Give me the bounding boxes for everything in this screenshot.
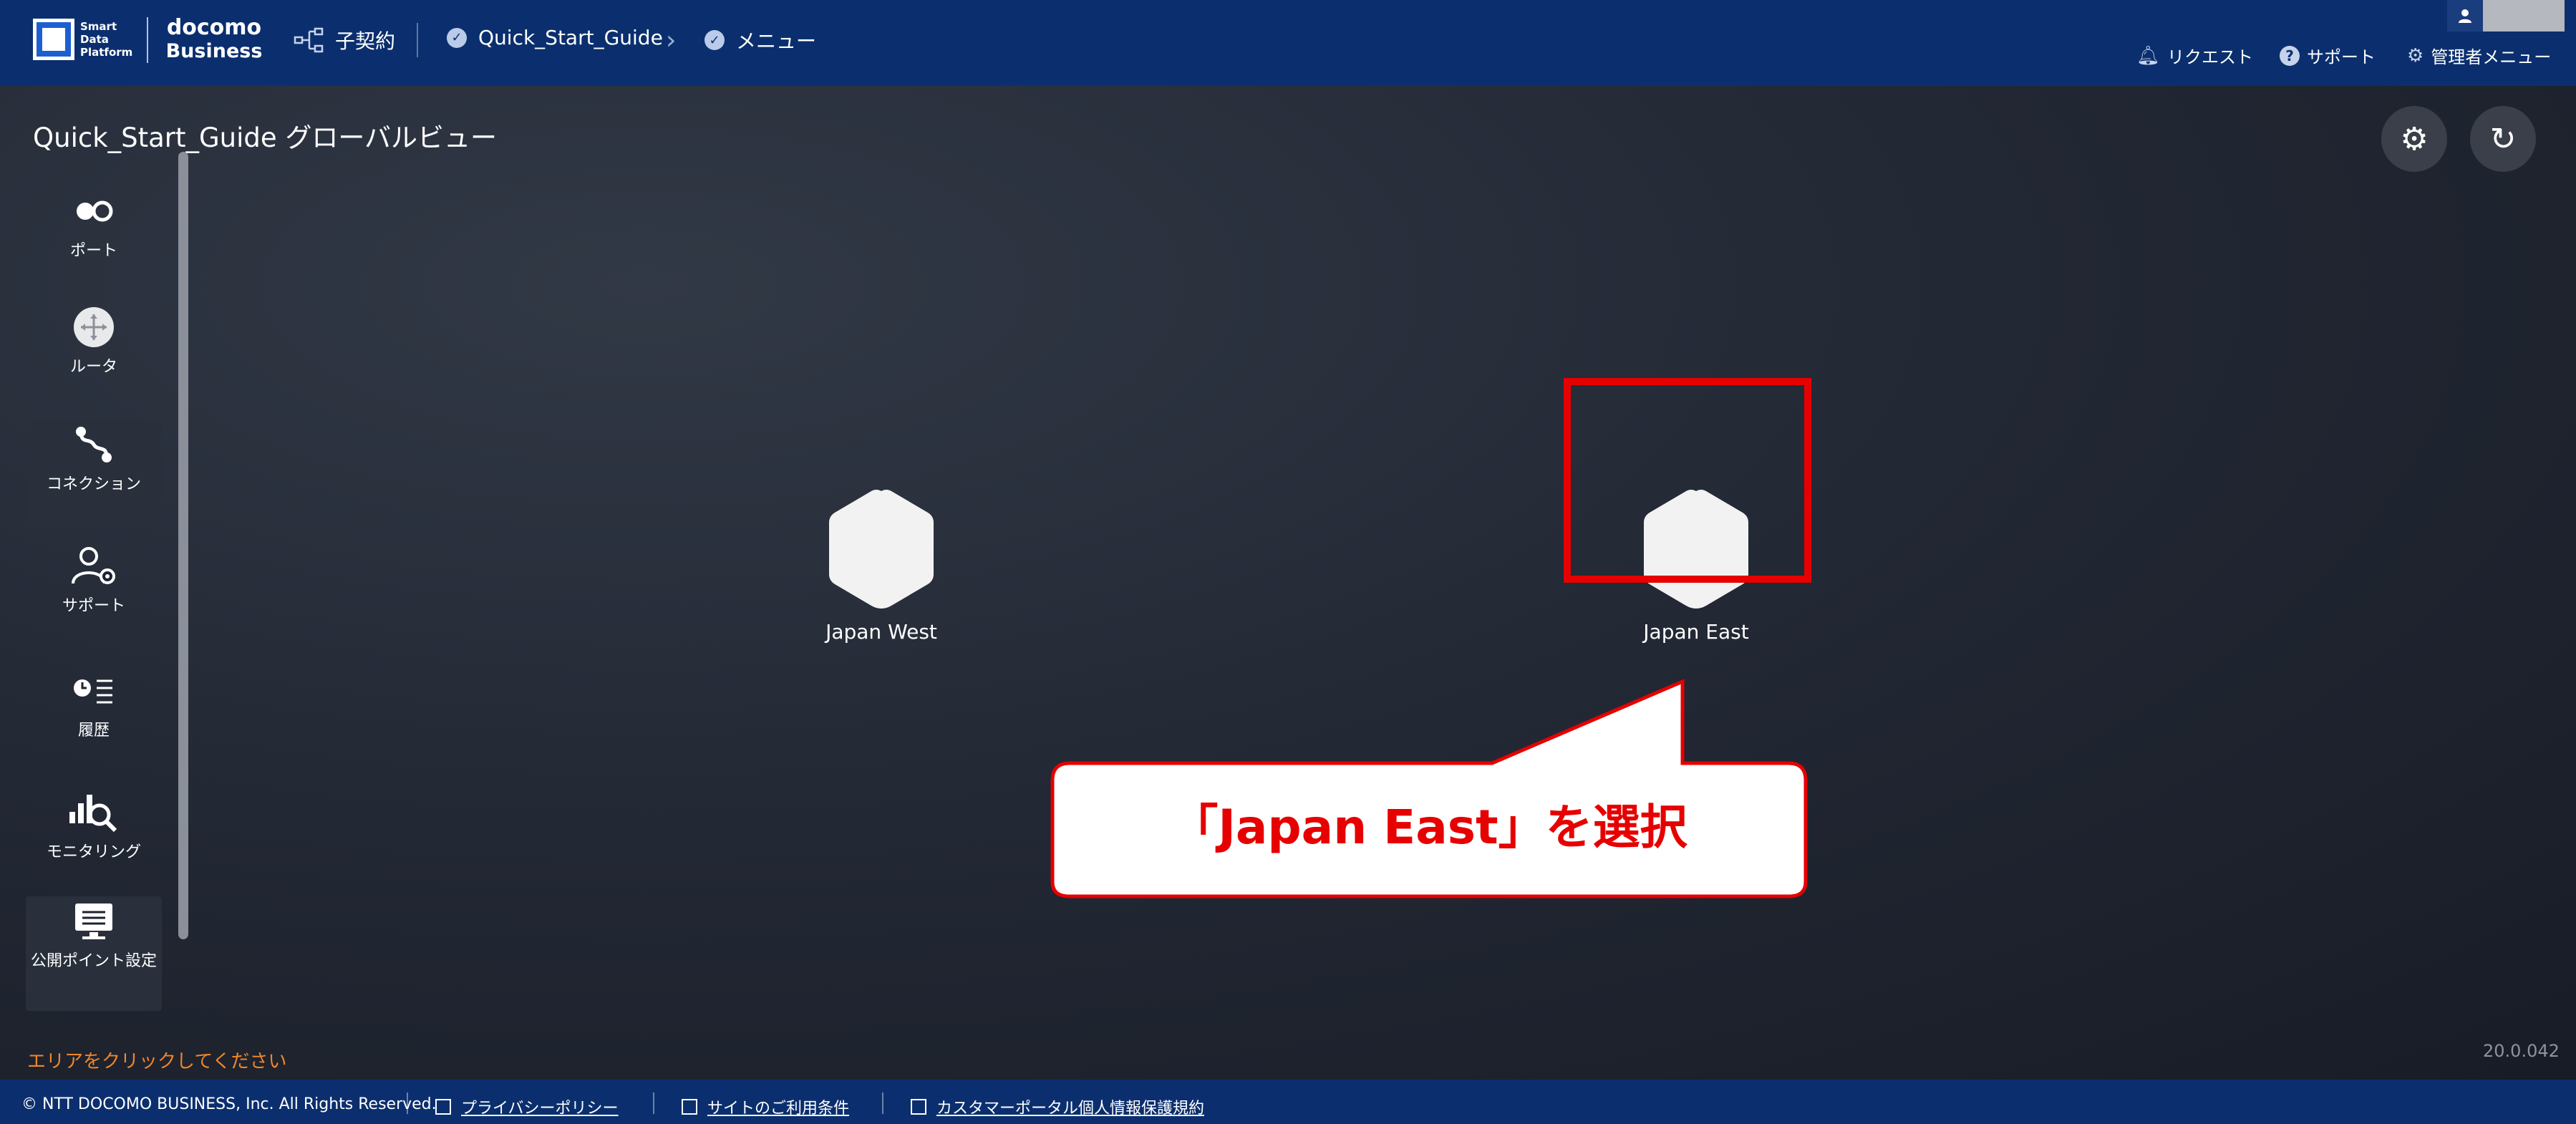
personal-info-label: カスタマーポータル個人情報保護規約 bbox=[936, 1100, 1205, 1118]
callout-text: 「Japan East」を選択 bbox=[1171, 800, 1688, 855]
user-icon bbox=[2459, 9, 2471, 23]
global-view-canvas: Quick_Start_Guide グローバルビュー ⚙ ↻ ポート ルータ コ… bbox=[0, 86, 2576, 1080]
refresh-icon: ↻ bbox=[2489, 120, 2517, 158]
smart-data-platform-logo[interactable]: Smart Data Platform bbox=[33, 17, 133, 62]
terms-link[interactable]: サイトのご利用条件 bbox=[682, 1095, 849, 1118]
instruction-hint: エリアをクリックしてください bbox=[27, 1051, 287, 1072]
settings-button[interactable]: ⚙ bbox=[2381, 106, 2447, 172]
copyright-text: © NTT DOCOMO BUSINESS, Inc. All Rights R… bbox=[21, 1095, 437, 1113]
external-link-icon bbox=[435, 1099, 451, 1115]
business-logo-text: Business bbox=[165, 40, 263, 62]
privacy-policy-link[interactable]: プライバシーポリシー bbox=[435, 1095, 619, 1118]
external-link-icon bbox=[911, 1099, 926, 1115]
highlight-box-japan-east bbox=[1564, 378, 1811, 583]
footer-separator bbox=[653, 1092, 654, 1114]
terms-label: サイトのご利用条件 bbox=[707, 1100, 850, 1118]
sidebar-item-label: コネクション bbox=[46, 475, 141, 493]
version-number: 20.0.042 bbox=[2483, 1041, 2560, 1061]
breadcrumb-separator bbox=[417, 23, 418, 57]
refresh-button[interactable]: ↻ bbox=[2470, 106, 2536, 172]
callout-bubble bbox=[1050, 679, 1808, 898]
docomo-business-logo: docomo Business bbox=[153, 16, 275, 63]
sidebar-item-label: 履歴 bbox=[77, 722, 110, 740]
hierarchy-icon bbox=[294, 27, 324, 53]
sidebar-item-label: モニタリング bbox=[46, 843, 141, 861]
sidebar-item-history[interactable]: 履歴 bbox=[26, 666, 162, 766]
logo-divider bbox=[147, 17, 148, 63]
sdp-logo-line1: Smart bbox=[80, 20, 117, 33]
sidebar-item-connection[interactable]: コネクション bbox=[26, 420, 162, 527]
region-japan-west[interactable]: Japan West bbox=[822, 485, 941, 644]
breadcrumb-guide[interactable]: ✓ Quick_Start_Guide bbox=[447, 26, 663, 49]
monitor-icon bbox=[74, 896, 114, 946]
copyright-label: © NTT DOCOMO BUSINESS, Inc. All Rights R… bbox=[21, 1095, 437, 1113]
sidebar-item-support[interactable]: サポート bbox=[26, 541, 162, 649]
request-link[interactable]: 🔔︎ リクエスト bbox=[2136, 43, 2253, 68]
help-icon: ? bbox=[2280, 45, 2300, 66]
privacy-policy-label: プライバシーポリシー bbox=[461, 1100, 619, 1118]
check-circle-icon: ✓ bbox=[447, 27, 467, 48]
breadcrumb-contract[interactable]: 子契約 bbox=[294, 26, 395, 54]
footer-separator bbox=[882, 1092, 883, 1114]
chevron-right-icon: › bbox=[666, 26, 677, 55]
support-user-icon bbox=[70, 541, 117, 591]
footer-separator bbox=[407, 1092, 408, 1114]
sidebar-item-router[interactable]: ルータ bbox=[26, 302, 162, 410]
sdp-logo-mark bbox=[33, 19, 74, 60]
history-icon bbox=[72, 666, 115, 716]
user-avatar[interactable] bbox=[2447, 0, 2483, 32]
sidebar-item-public-point[interactable]: 公開ポイント設定 bbox=[26, 896, 162, 1011]
sdp-logo-line2: Data bbox=[80, 33, 109, 46]
port-icon bbox=[74, 186, 114, 236]
side-menu: ポート ルータ コネクション サポート 履歴 モニタリング 公開ポイント設定 bbox=[26, 143, 162, 1024]
admin-menu-link[interactable]: ⚙ 管理者メニュー bbox=[2407, 43, 2551, 68]
top-header: Smart Data Platform docomo Business 子契約 … bbox=[0, 0, 2576, 86]
breadcrumb-guide-label: Quick_Start_Guide bbox=[478, 26, 663, 49]
admin-menu-label: 管理者メニュー bbox=[2431, 47, 2552, 67]
support-label: サポート bbox=[2307, 47, 2376, 67]
sidebar-item-label: サポート bbox=[62, 597, 125, 615]
check-circle-icon: ✓ bbox=[704, 30, 725, 50]
breadcrumb-menu-label: メニュー bbox=[736, 29, 817, 53]
sdp-logo-line3: Platform bbox=[80, 46, 133, 59]
page-footer: © NTT DOCOMO BUSINESS, Inc. All Rights R… bbox=[0, 1080, 2576, 1124]
sidebar-item-monitoring[interactable]: モニタリング bbox=[26, 788, 162, 895]
sidebar-scrollbar[interactable] bbox=[178, 152, 188, 939]
external-link-icon bbox=[682, 1099, 697, 1115]
gear-icon: ⚙ bbox=[2407, 44, 2424, 67]
region-name: Japan West bbox=[825, 620, 937, 644]
request-label: リクエスト bbox=[2167, 47, 2254, 67]
bell-icon: 🔔︎ bbox=[2136, 44, 2161, 67]
connection-icon bbox=[72, 420, 115, 470]
sidebar-item-port[interactable]: ポート bbox=[26, 186, 162, 286]
breadcrumb-contract-label: 子契約 bbox=[335, 29, 396, 53]
support-link[interactable]: ? サポート bbox=[2280, 43, 2376, 68]
hexagon-icon bbox=[829, 490, 934, 609]
router-icon bbox=[72, 302, 115, 352]
personal-info-link[interactable]: カスタマーポータル個人情報保護規約 bbox=[911, 1095, 1204, 1118]
region-name: Japan East bbox=[1643, 620, 1749, 644]
sidebar-item-label: 公開ポイント設定 bbox=[30, 952, 157, 970]
monitoring-icon bbox=[68, 788, 120, 838]
sidebar-item-label: ルータ bbox=[69, 358, 117, 376]
docomo-logo-text: docomo bbox=[166, 15, 262, 40]
gear-icon: ⚙ bbox=[2400, 120, 2429, 158]
sidebar-item-label: ポート bbox=[69, 242, 117, 260]
breadcrumb-menu[interactable]: ✓ メニュー bbox=[704, 26, 816, 54]
